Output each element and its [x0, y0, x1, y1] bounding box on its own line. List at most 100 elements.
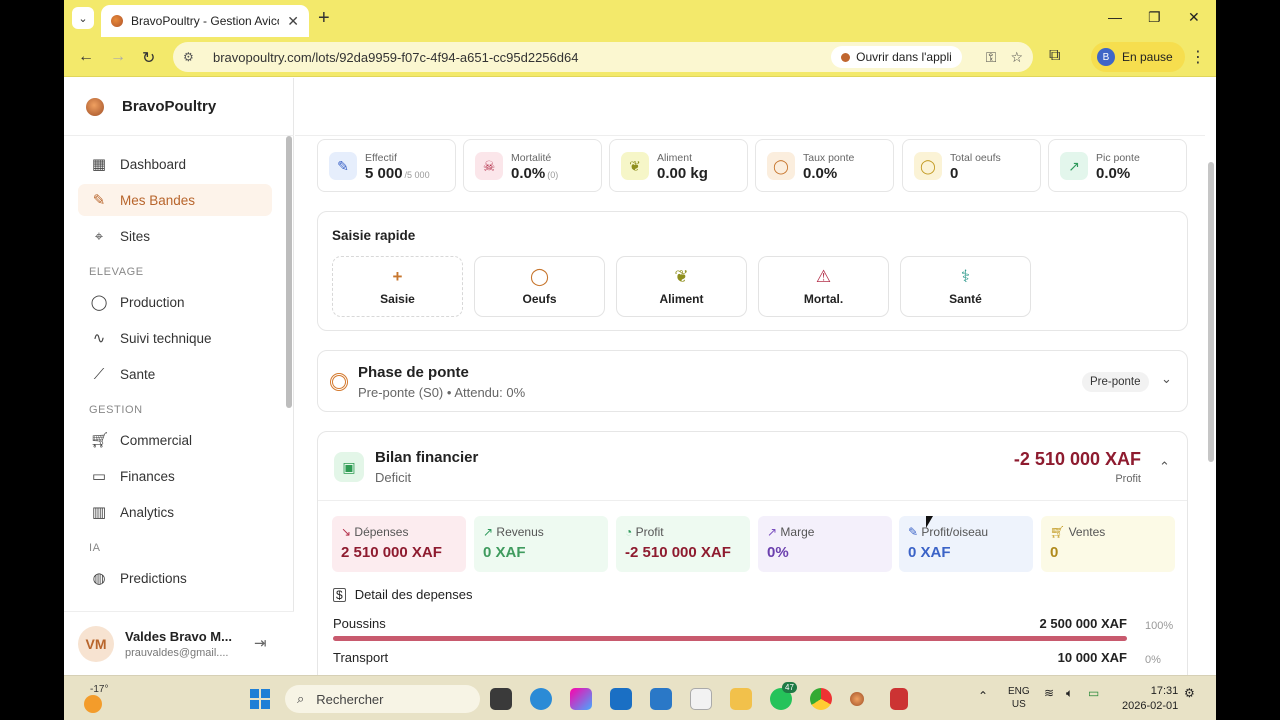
- weather-widget[interactable]: -17°: [84, 684, 108, 713]
- sidebar-item-sites[interactable]: ⌖ Sites: [78, 220, 272, 252]
- sidebar-item-suivi-technique[interactable]: ∿ Suivi technique: [78, 322, 272, 354]
- battery-icon[interactable]: ▭: [1088, 686, 1099, 700]
- chevron-up-icon[interactable]: ⌃: [1159, 459, 1170, 475]
- tab-search-button[interactable]: ⌄: [72, 7, 94, 29]
- task-view-icon[interactable]: [490, 688, 512, 710]
- restore-icon[interactable]: ❐: [1148, 9, 1161, 26]
- stat-value-sub: /5 000: [404, 170, 430, 180]
- notifications-icon[interactable]: ⚙: [1184, 686, 1195, 700]
- taskbar-search[interactable]: ⌕ Rechercher: [285, 685, 480, 713]
- brain-icon: ◍: [92, 570, 106, 587]
- sidebar-item-finances[interactable]: ▭ Finances: [78, 460, 272, 492]
- feather-icon: ✎: [92, 192, 106, 209]
- browser-tab[interactable]: BravoPoultry - Gestion Avicole I ✕: [101, 5, 309, 37]
- sidebar-item-analytics[interactable]: ▥ Analytics: [78, 496, 272, 528]
- translator-icon[interactable]: [690, 688, 712, 710]
- target-icon: [330, 373, 348, 391]
- finance-profit-value: -2 510 000 XAF: [1013, 449, 1141, 469]
- whatsapp-icon[interactable]: 47: [770, 682, 797, 710]
- brand[interactable]: BravoPoultry: [64, 78, 294, 136]
- stat-label: Mortalité: [511, 152, 552, 164]
- close-window-icon[interactable]: ✕: [1188, 9, 1200, 26]
- egg-icon: ◯: [90, 294, 108, 311]
- quick-button-label: Aliment: [659, 291, 704, 306]
- metric-label: Profit: [635, 525, 664, 539]
- language-code: ENG: [1008, 686, 1030, 697]
- quick-button-label: Santé: [949, 291, 982, 306]
- sidebar-item-label: Sante: [120, 366, 156, 382]
- sidebar-item-mes-bandes[interactable]: ✎ Mes Bandes: [78, 184, 272, 216]
- profile-avatar: B: [1097, 48, 1115, 66]
- expense-percent: 100%: [1145, 620, 1174, 632]
- copilot-icon[interactable]: [570, 688, 592, 710]
- metric-profit: ◔ Profit -2 510 000 XAF: [616, 516, 750, 572]
- sidebar-item-label: Finances: [120, 468, 175, 484]
- status-badge: Pre-ponte: [1082, 372, 1149, 392]
- sidebar-item-label: Analytics: [120, 504, 175, 520]
- stat-label: Pic ponte: [1096, 152, 1140, 164]
- stat-value: 0: [950, 165, 958, 182]
- snipping-tool-icon[interactable]: [890, 688, 908, 710]
- user-profile[interactable]: VM Valdes Bravo M... prauvaldes@gmail...…: [64, 611, 294, 675]
- bookmark-star-icon[interactable]: ☆: [1010, 49, 1023, 66]
- quick-entry-card: Saisie rapide + Saisie ◯ Oeufs ❦ Aliment…: [317, 211, 1188, 331]
- vscode-icon[interactable]: [650, 688, 672, 710]
- minimize-icon[interactable]: —: [1108, 9, 1122, 25]
- trending-up-icon: ↗: [1060, 152, 1088, 180]
- sidebar-item-dashboard[interactable]: ▦ Dashboard: [78, 148, 272, 180]
- divider: [318, 500, 1187, 501]
- wifi-icon[interactable]: ≋: [1044, 686, 1054, 700]
- close-tab-icon[interactable]: ✕: [287, 13, 299, 30]
- logout-icon[interactable]: ⇥: [254, 634, 267, 652]
- outlook-icon[interactable]: [610, 688, 632, 710]
- chevron-down-icon[interactable]: ⌄: [1161, 371, 1172, 387]
- sidebar-item-commercial[interactable]: 🛒︎ Commercial: [78, 424, 272, 456]
- cart-icon: 🛒︎: [90, 432, 110, 449]
- quick-sante-button[interactable]: ⚕ Santé: [900, 256, 1031, 317]
- extensions-icon[interactable]: ⧉: [1049, 47, 1060, 65]
- key-icon[interactable]: ⚿: [986, 49, 997, 66]
- profile-button[interactable]: B En pause: [1091, 42, 1185, 72]
- metric-value: 2 510 000 XAF: [341, 544, 442, 561]
- wheat-icon: ❦: [674, 266, 689, 286]
- volume-icon[interactable]: 🔈︎: [1066, 686, 1073, 701]
- keyboard-layout: US: [1011, 699, 1026, 710]
- quick-saisie-button[interactable]: + Saisie: [332, 256, 463, 317]
- open-in-app-button[interactable]: Ouvrir dans l'appli: [831, 46, 962, 68]
- expense-row: Poussins 2 500 000 XAF 100%: [333, 616, 1173, 641]
- main-header: [295, 78, 1205, 136]
- sidebar-item-predictions[interactable]: ◍ Predictions: [78, 562, 272, 594]
- expense-detail-title: $ Detail des depenses: [333, 587, 473, 602]
- quick-aliment-button[interactable]: ❦ Aliment: [616, 256, 747, 317]
- chrome-icon[interactable]: [810, 688, 832, 710]
- url-text: bravopoultry.com/lots/92da9959-f07c-4f94…: [213, 49, 579, 65]
- back-icon[interactable]: ←: [78, 48, 94, 66]
- quick-oeufs-button[interactable]: ◯ Oeufs: [474, 256, 605, 317]
- metric-value: 0 XAF: [908, 544, 951, 561]
- site-info-icon[interactable]: ⚙: [183, 50, 201, 64]
- sidebar-scrollbar[interactable]: [286, 136, 292, 408]
- address-bar[interactable]: ⚙ bravopoultry.com/lots/92da9959-f07c-4f…: [173, 42, 1033, 72]
- sidebar-item-sante[interactable]: ⟋ Sante: [78, 358, 272, 390]
- language-indicator[interactable]: ENG US: [1008, 685, 1030, 711]
- windows-start-icon[interactable]: [250, 689, 270, 709]
- forward-icon[interactable]: →: [110, 48, 126, 66]
- phase-card[interactable]: Phase de ponte Pre-ponte (S0) • Attendu:…: [317, 350, 1188, 412]
- stat-value-main: 0.0%: [511, 165, 546, 182]
- new-tab-icon[interactable]: +: [318, 7, 330, 29]
- file-explorer-icon[interactable]: [730, 688, 752, 710]
- bravopoultry-app-icon[interactable]: [850, 692, 864, 706]
- main-scrollbar[interactable]: [1208, 162, 1214, 462]
- sidebar-item-production[interactable]: ◯ Production: [78, 286, 272, 318]
- quick-mortalite-button[interactable]: ⚠ Mortal.: [758, 256, 889, 317]
- tray-chevron-icon[interactable]: ⌃: [978, 689, 988, 703]
- clock-time: 17:31: [1150, 685, 1179, 697]
- reload-icon[interactable]: ↻: [142, 48, 155, 68]
- expense-amount: 10 000 XAF: [1057, 650, 1127, 665]
- edge-icon[interactable]: [530, 688, 552, 710]
- metric-revenus: ↗ Revenus 0 XAF: [474, 516, 608, 572]
- metric-label: Ventes: [1068, 525, 1106, 539]
- notification-badge: 47: [782, 682, 797, 693]
- clock[interactable]: 17:31 2026-02-01: [1122, 684, 1178, 714]
- browser-menu-icon[interactable]: ⋮: [1190, 47, 1206, 67]
